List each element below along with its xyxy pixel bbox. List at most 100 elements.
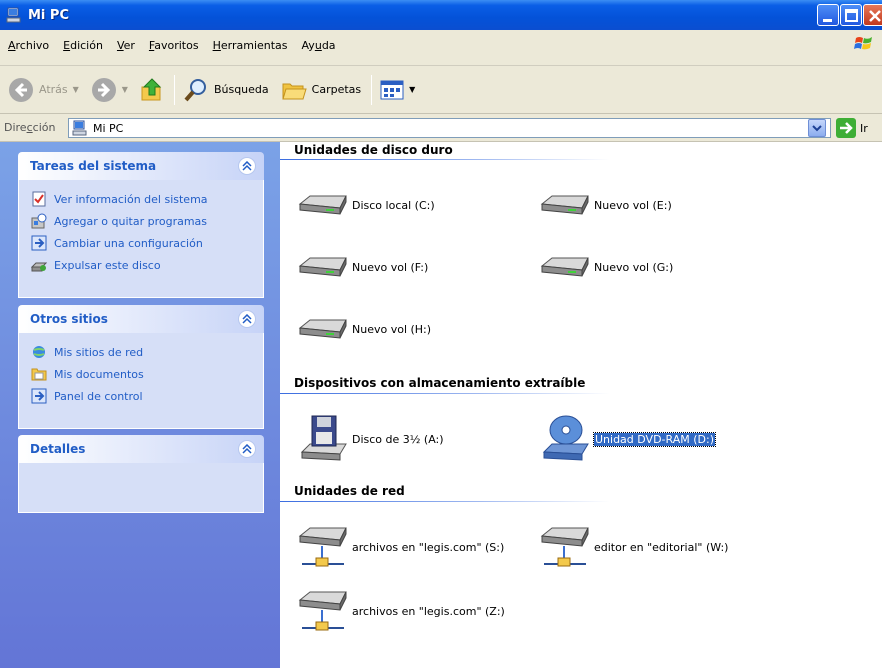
address-value: Mi PC	[93, 121, 124, 135]
up-folder-button[interactable]	[136, 70, 168, 110]
menu-herramientas[interactable]: Herramientas	[213, 39, 288, 52]
search-icon	[184, 78, 206, 101]
task-system-info[interactable]: Ver información del sistema	[31, 188, 253, 210]
group-title-network: Unidades de red	[294, 484, 405, 498]
drive-label: Disco local (C:)	[352, 198, 435, 212]
address-dropdown-button[interactable]	[808, 119, 826, 137]
collapse-button[interactable]	[238, 157, 256, 175]
network-drive-z[interactable]: archivos en "legis.com" (Z:)	[296, 586, 505, 636]
task-label: Cambiar una configuración	[54, 236, 203, 250]
address-input[interactable]: Mi PC	[68, 118, 831, 138]
drive-h[interactable]: Nuevo vol (H:)	[296, 304, 431, 354]
task-change-setting[interactable]: Cambiar una configuración	[31, 232, 253, 254]
menu-mnemonic: H	[212, 39, 221, 52]
search-button[interactable]: Búsqueda	[179, 70, 273, 110]
up-folder-icon	[141, 77, 162, 100]
drive-f[interactable]: Nuevo vol (F:)	[296, 242, 428, 292]
network-drive-icon	[298, 527, 347, 567]
eject-disk-icon	[31, 262, 47, 272]
folders-icon	[281, 83, 307, 99]
system-tasks-panel: Tareas del sistema Ver información del s…	[18, 152, 264, 298]
menu-ver[interactable]: Ver	[117, 39, 135, 52]
go-button[interactable]: Ir	[836, 118, 868, 138]
drive-label-selected: Unidad DVD-RAM (D:)	[593, 431, 716, 447]
hard-drive-icon	[298, 319, 347, 339]
network-drive-s[interactable]: archivos en "legis.com" (S:)	[296, 522, 504, 572]
task-eject-disk[interactable]: Expulsar este disco	[31, 254, 253, 276]
hard-drive-icon	[540, 195, 589, 215]
floppy-drive-icon	[300, 415, 347, 461]
group-divider	[280, 159, 610, 160]
panel-title: Detalles	[30, 442, 86, 456]
go-arrow-icon	[836, 118, 856, 138]
menu-label: Ay	[301, 39, 315, 52]
views-icon	[380, 80, 404, 99]
details-body	[18, 463, 264, 513]
toolbar-separator	[173, 74, 175, 105]
network-drive-icon	[298, 591, 347, 631]
place-control-panel[interactable]: Panel de control	[31, 385, 253, 407]
drive-label: Nuevo vol (E:)	[594, 198, 672, 212]
drive-d[interactable]: Unidad DVD-RAM (D:)	[538, 414, 716, 464]
maximize-button[interactable]	[840, 4, 862, 26]
toolbar: Atrás ▼ ▼ Búsqueda Carpetas ▼	[0, 66, 882, 114]
back-dropdown-icon[interactable]: ▼	[73, 85, 79, 94]
other-places-header[interactable]: Otros sitios	[18, 305, 264, 333]
task-label: Agregar o quitar programas	[54, 214, 208, 228]
menu-ayuda[interactable]: Ayuda	[302, 39, 336, 52]
menu-label: erramientas	[220, 39, 288, 52]
drive-e[interactable]: Nuevo vol (E:)	[538, 180, 672, 230]
menu-mnemonic: V	[116, 39, 124, 52]
views-button[interactable]: ▼	[376, 70, 419, 110]
add-remove-programs-icon	[31, 213, 47, 229]
back-button[interactable]: Atrás ▼	[4, 70, 83, 110]
place-documents[interactable]: Mis documentos	[31, 363, 253, 385]
views-dropdown-icon[interactable]: ▼	[409, 85, 415, 94]
system-info-icon	[32, 191, 46, 207]
go-label: Ir	[860, 121, 868, 135]
details-panel: Detalles	[18, 435, 264, 513]
drive-c[interactable]: Disco local (C:)	[296, 180, 435, 230]
network-drive-icon	[540, 527, 589, 567]
menu-label: avoritos	[154, 39, 199, 52]
hard-drive-icon	[540, 257, 589, 277]
drive-label: Nuevo vol (H:)	[352, 322, 432, 336]
toolbar-separator	[371, 74, 373, 105]
my-computer-icon	[6, 7, 21, 23]
minimize-icon	[823, 19, 832, 22]
collapse-button[interactable]	[238, 440, 256, 458]
task-label: Ver información del sistema	[54, 192, 208, 206]
task-pane: Tareas del sistema Ver información del s…	[0, 142, 280, 668]
menu-edicion[interactable]: Edición	[63, 39, 103, 52]
place-label: Mis sitios de red	[54, 345, 144, 359]
collapse-button[interactable]	[238, 310, 256, 328]
windows-logo-icon	[854, 37, 872, 50]
my-computer-icon	[72, 120, 87, 136]
network-drive-w[interactable]: editor en "editorial" (W:)	[538, 522, 728, 572]
address-label: Dirección	[4, 121, 55, 134]
task-label: Expulsar este disco	[54, 258, 161, 272]
forward-dropdown-icon[interactable]: ▼	[122, 85, 128, 94]
minimize-button[interactable]	[817, 4, 839, 26]
drive-label: Nuevo vol (G:)	[594, 260, 674, 274]
menu-archivo[interactable]: Archivo	[8, 39, 49, 52]
close-button[interactable]	[863, 4, 882, 26]
place-network[interactable]: Mis sitios de red	[31, 341, 253, 363]
drive-label: archivos en "legis.com" (Z:)	[352, 604, 505, 618]
forward-arrow-icon	[91, 77, 116, 102]
details-header[interactable]: Detalles	[18, 435, 264, 463]
drive-g[interactable]: Nuevo vol (G:)	[538, 242, 673, 292]
group-divider	[280, 501, 610, 502]
group-title-hard-drives: Unidades de disco duro	[294, 143, 453, 157]
hard-drive-icon	[298, 195, 347, 215]
forward-button[interactable]: ▼	[87, 70, 132, 110]
hard-drive-icon	[298, 257, 347, 277]
drive-a[interactable]: Disco de 3½ (A:)	[296, 414, 444, 464]
folders-button[interactable]: Carpetas	[277, 70, 365, 110]
system-tasks-header[interactable]: Tareas del sistema	[18, 152, 264, 180]
drive-label: editor en "editorial" (W:)	[594, 540, 729, 554]
menu-mnemonic: A	[8, 39, 16, 52]
task-add-remove-programs[interactable]: Agregar o quitar programas	[31, 210, 253, 232]
menu-favoritos[interactable]: Favoritos	[149, 39, 199, 52]
title-bar[interactable]: Mi PC	[0, 0, 882, 30]
